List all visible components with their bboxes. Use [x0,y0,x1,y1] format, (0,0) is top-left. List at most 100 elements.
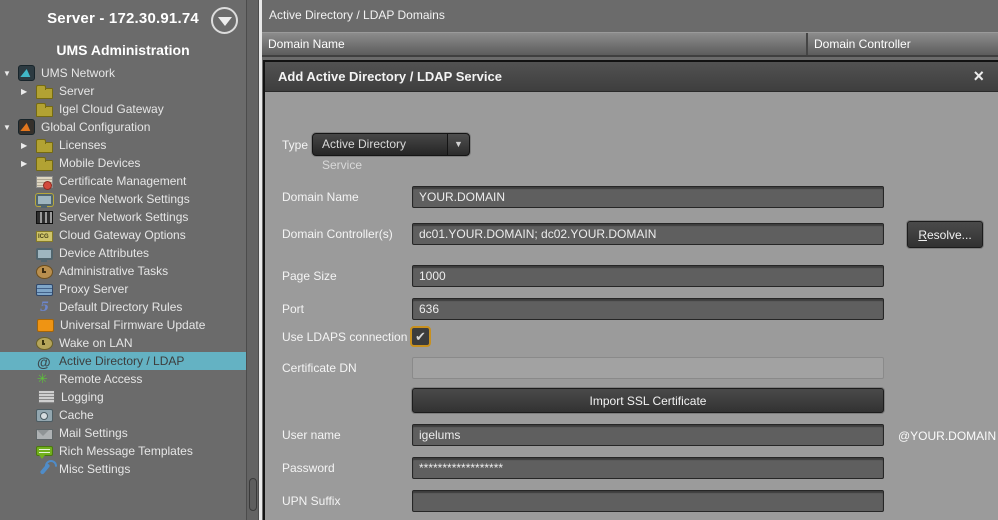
sidebar-item-wake-on-lan[interactable]: Wake on LAN [0,334,246,352]
folder-icon [36,106,53,117]
sidebar-item-mobile-devices[interactable]: ▶ Mobile Devices [0,154,246,172]
close-icon[interactable]: × [973,62,984,90]
import-ssl-certificate-button[interactable]: Import SSL Certificate [412,388,884,413]
upn-suffix-input[interactable] [412,490,884,512]
sidebar-scrollbar-track[interactable] [246,0,259,520]
ums-network-logo-icon [18,65,35,81]
upn-suffix-label: UPN Suffix [282,494,340,508]
sidebar-subtitle: UMS Administration [0,42,246,58]
sidebar-item-label: Server [58,84,94,98]
sidebar-item-label: Misc Settings [58,462,130,476]
sidebar-item-label: Default Directory Rules [58,300,182,314]
sidebar-item-label: Device Attributes [58,246,149,260]
add-ad-ldap-service-dialog: Add Active Directory / LDAP Service × Ty… [263,60,998,520]
sidebar-item-label: Universal Firmware Update [59,318,205,332]
sidebar-item-cloud-gateway-options[interactable]: Cloud Gateway Options [0,226,246,244]
sidebar-item-label: Remote Access [58,372,142,386]
column-header-domain-controller[interactable]: Domain Controller [806,33,998,55]
sidebar-item-administrative-tasks[interactable]: Administrative Tasks [0,262,246,280]
sidebar-item-active-directory-ldap[interactable]: Active Directory / LDAP [0,352,246,370]
type-label: Type [282,138,308,152]
collapse-arrow-icon[interactable]: ▼ [3,123,18,132]
domain-name-label: Domain Name [282,190,359,204]
port-label: Port [282,302,304,316]
icg-badge-icon [36,231,53,242]
sidebar-item-server-network-settings[interactable]: Server Network Settings [0,208,246,226]
dialog-titlebar: Add Active Directory / LDAP Service × [265,62,998,92]
device-attributes-monitor-icon [36,248,53,260]
checkmark-icon: ✔ [412,328,429,345]
page-size-input[interactable] [412,265,884,287]
sidebar-item-label: Mail Settings [58,426,128,440]
dropdown-arrow-icon[interactable]: ▼ [447,134,469,155]
sidebar-item-label: UMS Network [40,66,115,80]
sidebar-item-ums-network[interactable]: ▼ UMS Network [0,64,246,82]
sidebar-item-proxy-server[interactable]: Proxy Server [0,280,246,298]
sidebar-item-label: Server Network Settings [58,210,188,224]
sidebar-item-default-directory-rules[interactable]: Default Directory Rules [0,298,246,316]
sidebar-item-label: Proxy Server [58,282,128,296]
expand-arrow-icon[interactable]: ▶ [21,87,36,96]
server-dropdown-button[interactable] [211,7,238,34]
server-network-icon [36,211,53,224]
sidebar-item-licenses[interactable]: ▶ Licenses [0,136,246,154]
proxy-server-icon [36,284,53,296]
sidebar-item-device-network-settings[interactable]: Device Network Settings [0,190,246,208]
port-input[interactable] [412,298,884,320]
type-select[interactable]: Active Directory Service ▼ [312,133,470,156]
domain-name-input[interactable] [412,186,884,208]
upn-domain-suffix-text: @YOUR.DOMAIN [898,429,996,443]
folder-icon [36,142,53,153]
sidebar-item-label: Active Directory / LDAP [58,354,184,368]
resolve-button[interactable]: Resolve... [907,221,983,248]
sidebar-item-rich-message-templates[interactable]: Rich Message Templates [0,442,246,460]
sidebar-item-device-attributes[interactable]: Device Attributes [0,244,246,262]
sidebar-item-label: Cache [58,408,94,422]
sidebar-item-remote-access[interactable]: Remote Access [0,370,246,388]
sidebar-item-label: Wake on LAN [58,336,133,350]
sidebar-item-global-configuration[interactable]: ▼ Global Configuration [0,118,246,136]
sidebar-item-label: Licenses [58,138,106,152]
sidebar-scrollbar-thumb[interactable] [249,478,257,511]
misc-settings-wrench-icon [36,461,53,477]
sidebar-item-mail-settings[interactable]: Mail Settings [0,424,246,442]
sidebar-item-label: Global Configuration [40,120,150,134]
expand-arrow-icon[interactable]: ▶ [21,159,36,168]
sidebar-item-igel-cloud-gateway[interactable]: Igel Cloud Gateway [0,100,246,118]
use-ldaps-checkbox[interactable]: ✔ [410,326,431,347]
active-directory-at-icon [36,353,53,369]
column-header-domain-name[interactable]: Domain Name [262,33,806,55]
folder-icon [36,88,53,99]
sidebar-item-label: Device Network Settings [58,192,190,206]
sidebar-item-label: Mobile Devices [58,156,140,170]
sidebar-item-universal-firmware-update[interactable]: Universal Firmware Update [0,316,246,334]
device-monitor-icon [36,194,53,206]
sidebar-item-certificate-management[interactable]: Certificate Management [0,172,246,190]
logging-document-icon [38,390,55,404]
chevron-down-icon [218,17,232,26]
sidebar-item-label: Administrative Tasks [58,264,168,278]
sidebar-item-logging[interactable]: Logging [0,388,246,406]
cache-disk-icon [36,409,53,422]
sidebar-item-misc-settings[interactable]: Misc Settings [0,460,246,478]
firmware-update-icon [37,319,54,332]
global-config-logo-icon [18,119,35,135]
dialog-title: Add Active Directory / LDAP Service [278,62,502,92]
directory-rules-icon [36,299,53,315]
collapse-arrow-icon[interactable]: ▼ [3,69,18,78]
remote-access-star-icon [36,371,53,387]
password-input[interactable] [412,457,884,479]
user-name-input[interactable] [412,424,884,446]
wake-on-lan-alarm-icon [36,337,53,350]
sidebar-item-label: Logging [60,390,104,404]
sidebar: Server - 172.30.91.74 UMS Administration… [0,0,246,520]
page-size-label: Page Size [282,269,337,283]
certificate-dn-label: Certificate DN [282,361,357,375]
sidebar-item-cache[interactable]: Cache [0,406,246,424]
expand-arrow-icon[interactable]: ▶ [21,141,36,150]
admin-tasks-clock-icon [36,265,53,279]
mail-envelope-icon [36,429,53,440]
domain-controllers-input[interactable] [412,223,884,245]
sidebar-item-server[interactable]: ▶ Server [0,82,246,100]
password-label: Password [282,461,335,475]
